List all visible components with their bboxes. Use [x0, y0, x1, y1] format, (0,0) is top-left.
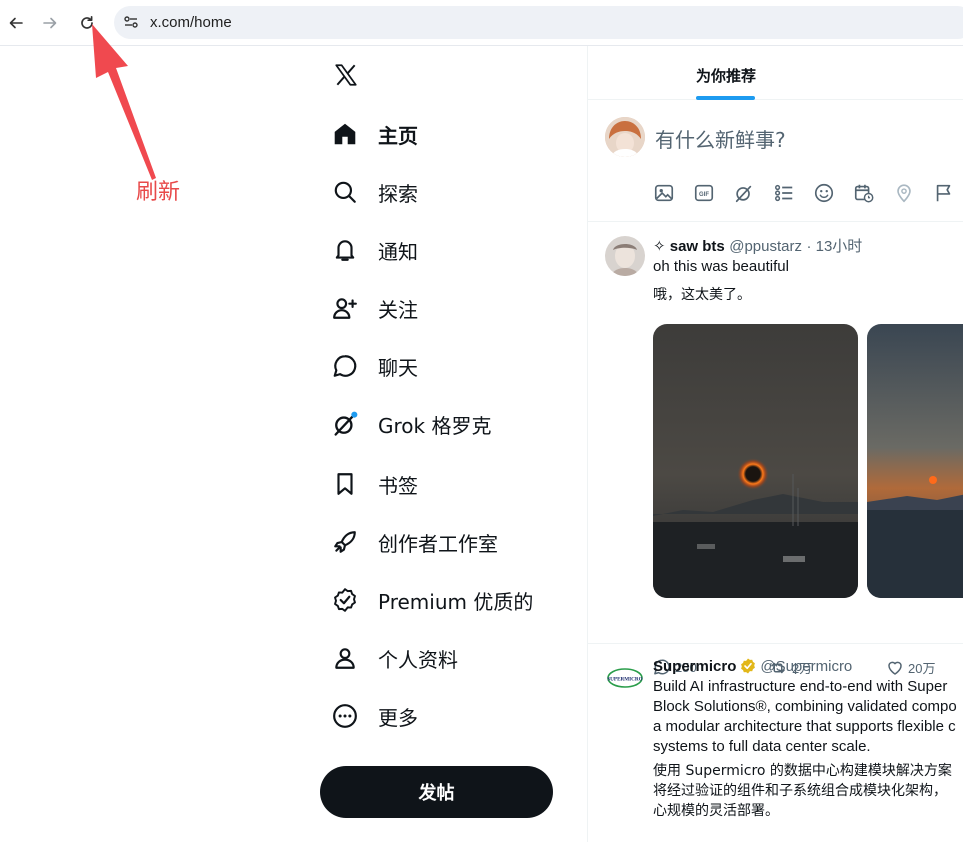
sidebar-item-home[interactable]: 主页 [330, 114, 418, 154]
sidebar-item-grok[interactable]: Grok 格罗克 [330, 404, 491, 444]
svg-text:GIF: GIF [699, 192, 709, 198]
author-handle[interactable]: @ppustarz [729, 238, 802, 255]
rocket-icon [330, 527, 360, 557]
bookmark-icon [330, 469, 360, 499]
home-icon [330, 119, 360, 149]
follow-icon [330, 293, 360, 323]
sidebar-item-label: 更多 [378, 705, 418, 730]
sidebar-item-chat[interactable]: 聊天 [330, 346, 418, 386]
supermicro-logo-text: SUPERMICRO [607, 677, 642, 683]
tweet-text: oh this was beautiful [653, 258, 789, 275]
annotation-arrow-icon [92, 24, 156, 180]
tweet-text-line: a modular architecture that supports fle… [653, 718, 956, 735]
timeline-tabs: 为你推荐 [588, 46, 963, 100]
tab-for-you[interactable]: 为你推荐 [696, 65, 756, 86]
tweet-text-line: Block Solutions®, combining validated co… [653, 698, 957, 715]
avatar[interactable]: SUPERMICRO [605, 658, 645, 698]
sidebar-item-bookmarks[interactable]: 书签 [330, 464, 418, 504]
gif-icon[interactable]: GIF [693, 182, 715, 204]
tweet-photo[interactable] [653, 324, 858, 598]
tweet-header: ✧ saw bts @ppustarz · 13小时 [653, 235, 862, 256]
sidebar-item-label: 书签 [378, 473, 418, 498]
poll-icon[interactable] [773, 182, 795, 204]
tweet-translation: 使用 Supermicro 的数据中心构建模块解决方案 将经过验证的组件和子系统… [653, 761, 952, 821]
author-handle[interactable]: @Supermicro [760, 658, 852, 675]
composer-input[interactable]: 有什么新鲜事? [655, 124, 786, 153]
tweet-translation: 哦，这太美了。 [653, 287, 751, 303]
x-logo-icon[interactable] [333, 62, 359, 88]
sidebar-item-label: 通知 [378, 239, 418, 264]
bell-icon [330, 235, 360, 265]
tweet[interactable]: SUPERMICRO Supermicro @Supermicro Build … [588, 644, 963, 842]
post-composer: 有什么新鲜事? GIF [588, 100, 963, 222]
sidebar-item-more[interactable]: 更多 [330, 696, 418, 736]
sidebar-item-label: 主页 [378, 123, 418, 148]
grok-icon [330, 409, 360, 439]
grok-icon[interactable] [733, 182, 755, 204]
tweet-text-line: Build AI infrastructure end-to-end with … [653, 678, 948, 695]
back-button[interactable] [3, 10, 29, 36]
back-arrow-icon [9, 17, 23, 29]
sidebar-item-label: 创作者工作室 [378, 531, 498, 556]
address-bar[interactable]: x.com/home [114, 6, 963, 39]
verified-icon [330, 585, 360, 615]
sidebar-item-label: 个人资料 [378, 647, 458, 672]
tweet-time[interactable]: · 13小时 [806, 238, 862, 255]
author-name[interactable]: ✧ saw bts [653, 238, 725, 255]
more-icon [330, 701, 360, 731]
sidebar-item-label: 聊天 [378, 355, 418, 380]
tweet-photo[interactable] [867, 324, 963, 598]
sidebar-item-notifications[interactable]: 通知 [330, 230, 418, 270]
annotation-label: 刷新 [136, 180, 181, 205]
sidebar-item-label: 探索 [378, 181, 418, 206]
tweet[interactable]: ✧ saw bts @ppustarz · 13小时 oh this was b… [588, 222, 963, 676]
sidebar-item-creator-studio[interactable]: 创作者工作室 [330, 522, 498, 562]
sidebar-item-premium[interactable]: Premium 优质的 [330, 580, 533, 620]
chat-icon [330, 351, 360, 381]
sidebar-item-explore[interactable]: 探索 [330, 172, 418, 212]
schedule-icon[interactable] [853, 182, 875, 204]
post-button[interactable]: 发帖 [320, 766, 553, 818]
avatar[interactable] [605, 236, 645, 276]
sidebar-item-label: Grok 格罗克 [378, 413, 492, 438]
forward-arrow-icon [43, 17, 57, 29]
tweet-translation-line: 将经过验证的组件和子系统组合成模块化架构， [653, 783, 947, 799]
avatar[interactable] [605, 117, 645, 157]
location-icon[interactable] [893, 182, 915, 204]
sidebar-item-label: 关注 [378, 297, 418, 322]
tweet-header: Supermicro @Supermicro [653, 657, 852, 675]
sidebar-item-label: Premium 优质的 [378, 589, 534, 614]
emoji-icon[interactable] [813, 182, 835, 204]
sidebar-item-profile[interactable]: 个人资料 [330, 638, 458, 678]
tweet-translation-line: 心规模的灵活部署。 [653, 803, 779, 819]
sidebar-item-follow[interactable]: 关注 [330, 288, 418, 328]
tweet-text-line: systems to full data center scale. [653, 738, 871, 755]
forward-button[interactable] [37, 10, 63, 36]
tweet-text: Build AI infrastructure end-to-end with … [653, 677, 957, 757]
main-timeline: 为你推荐 有什么新鲜事? GIF ✧ saw bts @ppustarz · 1… [587, 46, 963, 842]
image-icon[interactable] [653, 182, 675, 204]
gold-verified-icon [741, 658, 756, 674]
tweet-translation-line: 使用 Supermicro 的数据中心构建模块解决方案 [653, 763, 952, 779]
author-name[interactable]: Supermicro [653, 658, 736, 675]
profile-icon [330, 643, 360, 673]
flag-icon[interactable] [933, 182, 955, 204]
search-icon [330, 177, 360, 207]
